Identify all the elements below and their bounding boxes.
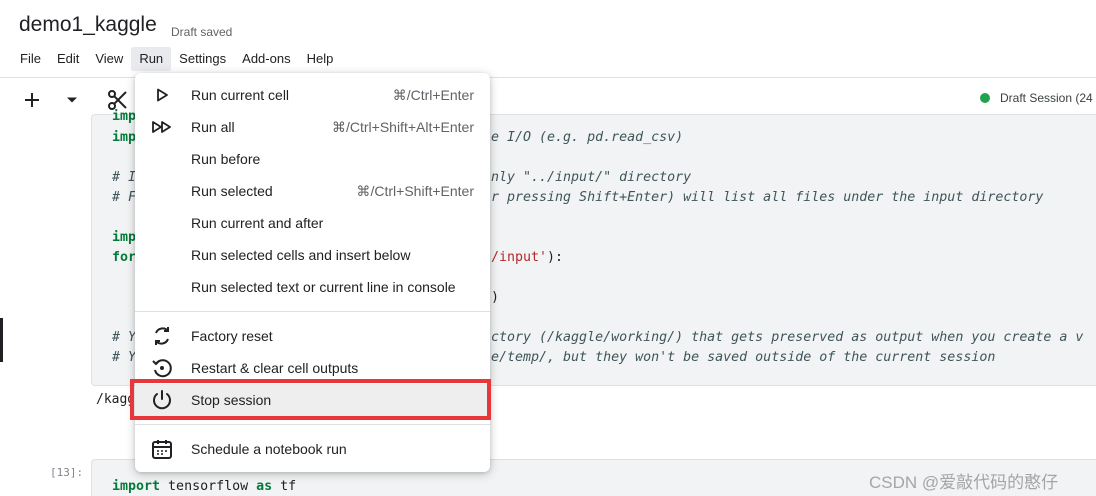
- restart-icon: [149, 355, 175, 381]
- session-status[interactable]: Draft Session (24: [980, 91, 1093, 105]
- draft-status: Draft saved: [171, 25, 233, 39]
- code-line-4-rest: nly "../input/" directory: [491, 170, 692, 185]
- menu-run[interactable]: Run: [131, 47, 172, 71]
- menu-run-selected-text-console[interactable]: Run selected text or current line in con…: [135, 271, 490, 303]
- code-line-12-rest: ctory (/kaggle/working/) that gets prese…: [491, 330, 1084, 345]
- code-line-7: imp: [112, 230, 137, 245]
- menu-run-selected[interactable]: Run selected ⌘/Ctrl+Shift+Enter: [135, 175, 490, 207]
- watermark: CSDN @爱敲代码的憨仔: [869, 473, 1059, 492]
- active-cell-marker: [0, 318, 3, 362]
- notebook-title[interactable]: demo1_kaggle: [19, 13, 157, 37]
- add-cell-dropdown-button[interactable]: [60, 86, 84, 114]
- code-line-8-rest: /input'):: [491, 250, 564, 265]
- code-line-13-rest: e/temp/, but they won't be saved outside…: [491, 350, 996, 365]
- code-line-4: # I: [112, 170, 137, 185]
- execution-count: [13]:: [50, 466, 84, 479]
- code-line-5: # F: [112, 190, 137, 205]
- code-line-import-tensorflow: import tensorflow as tf: [112, 479, 297, 494]
- menubar: File Edit View Run Settings Add-ons Help: [12, 47, 341, 71]
- fast-forward-icon: [149, 114, 175, 140]
- menu-divider: [135, 311, 490, 312]
- menu-file[interactable]: File: [12, 47, 49, 71]
- annotation-highlight-box: [130, 379, 491, 420]
- code-line-2-comment: le I/O (e.g. pd.read_csv): [483, 130, 684, 145]
- calendar-icon: [149, 436, 175, 462]
- code-line-1: imp: [112, 109, 137, 124]
- menu-run-selected-insert-below[interactable]: Run selected cells and insert below: [135, 239, 490, 271]
- code-line-10-rest: ): [491, 290, 500, 305]
- add-cell-button[interactable]: [18, 86, 46, 114]
- code-line-2: imp: [112, 130, 137, 145]
- session-status-dot: [980, 93, 990, 103]
- code-line-12: # Y: [112, 330, 137, 345]
- refresh-icon: [149, 323, 175, 349]
- menu-help[interactable]: Help: [299, 47, 342, 71]
- chevron-down-icon: [67, 97, 77, 103]
- code-line-13: # Y: [112, 350, 137, 365]
- code-line-8: for: [112, 250, 137, 265]
- code-line-5-rest: r pressing Shift+Enter) will list all fi…: [491, 190, 1044, 205]
- menu-factory-reset[interactable]: Factory reset: [135, 320, 490, 352]
- plus-icon: [25, 93, 39, 107]
- menu-divider: [135, 424, 490, 425]
- menu-edit[interactable]: Edit: [49, 47, 87, 71]
- menu-run-current-cell[interactable]: Run current cell ⌘/Ctrl+Enter: [135, 79, 490, 111]
- session-status-label: Draft Session (24: [1000, 91, 1093, 105]
- menu-run-before[interactable]: Run before: [135, 143, 490, 175]
- menu-view[interactable]: View: [87, 47, 131, 71]
- menu-schedule-run[interactable]: Schedule a notebook run: [135, 433, 490, 465]
- play-icon: [149, 82, 175, 108]
- menu-run-current-and-after[interactable]: Run current and after: [135, 207, 490, 239]
- menu-run-all[interactable]: Run all ⌘/Ctrl+Shift+Alt+Enter: [135, 111, 490, 143]
- menu-settings[interactable]: Settings: [171, 47, 234, 71]
- menu-add-ons[interactable]: Add-ons: [234, 47, 298, 71]
